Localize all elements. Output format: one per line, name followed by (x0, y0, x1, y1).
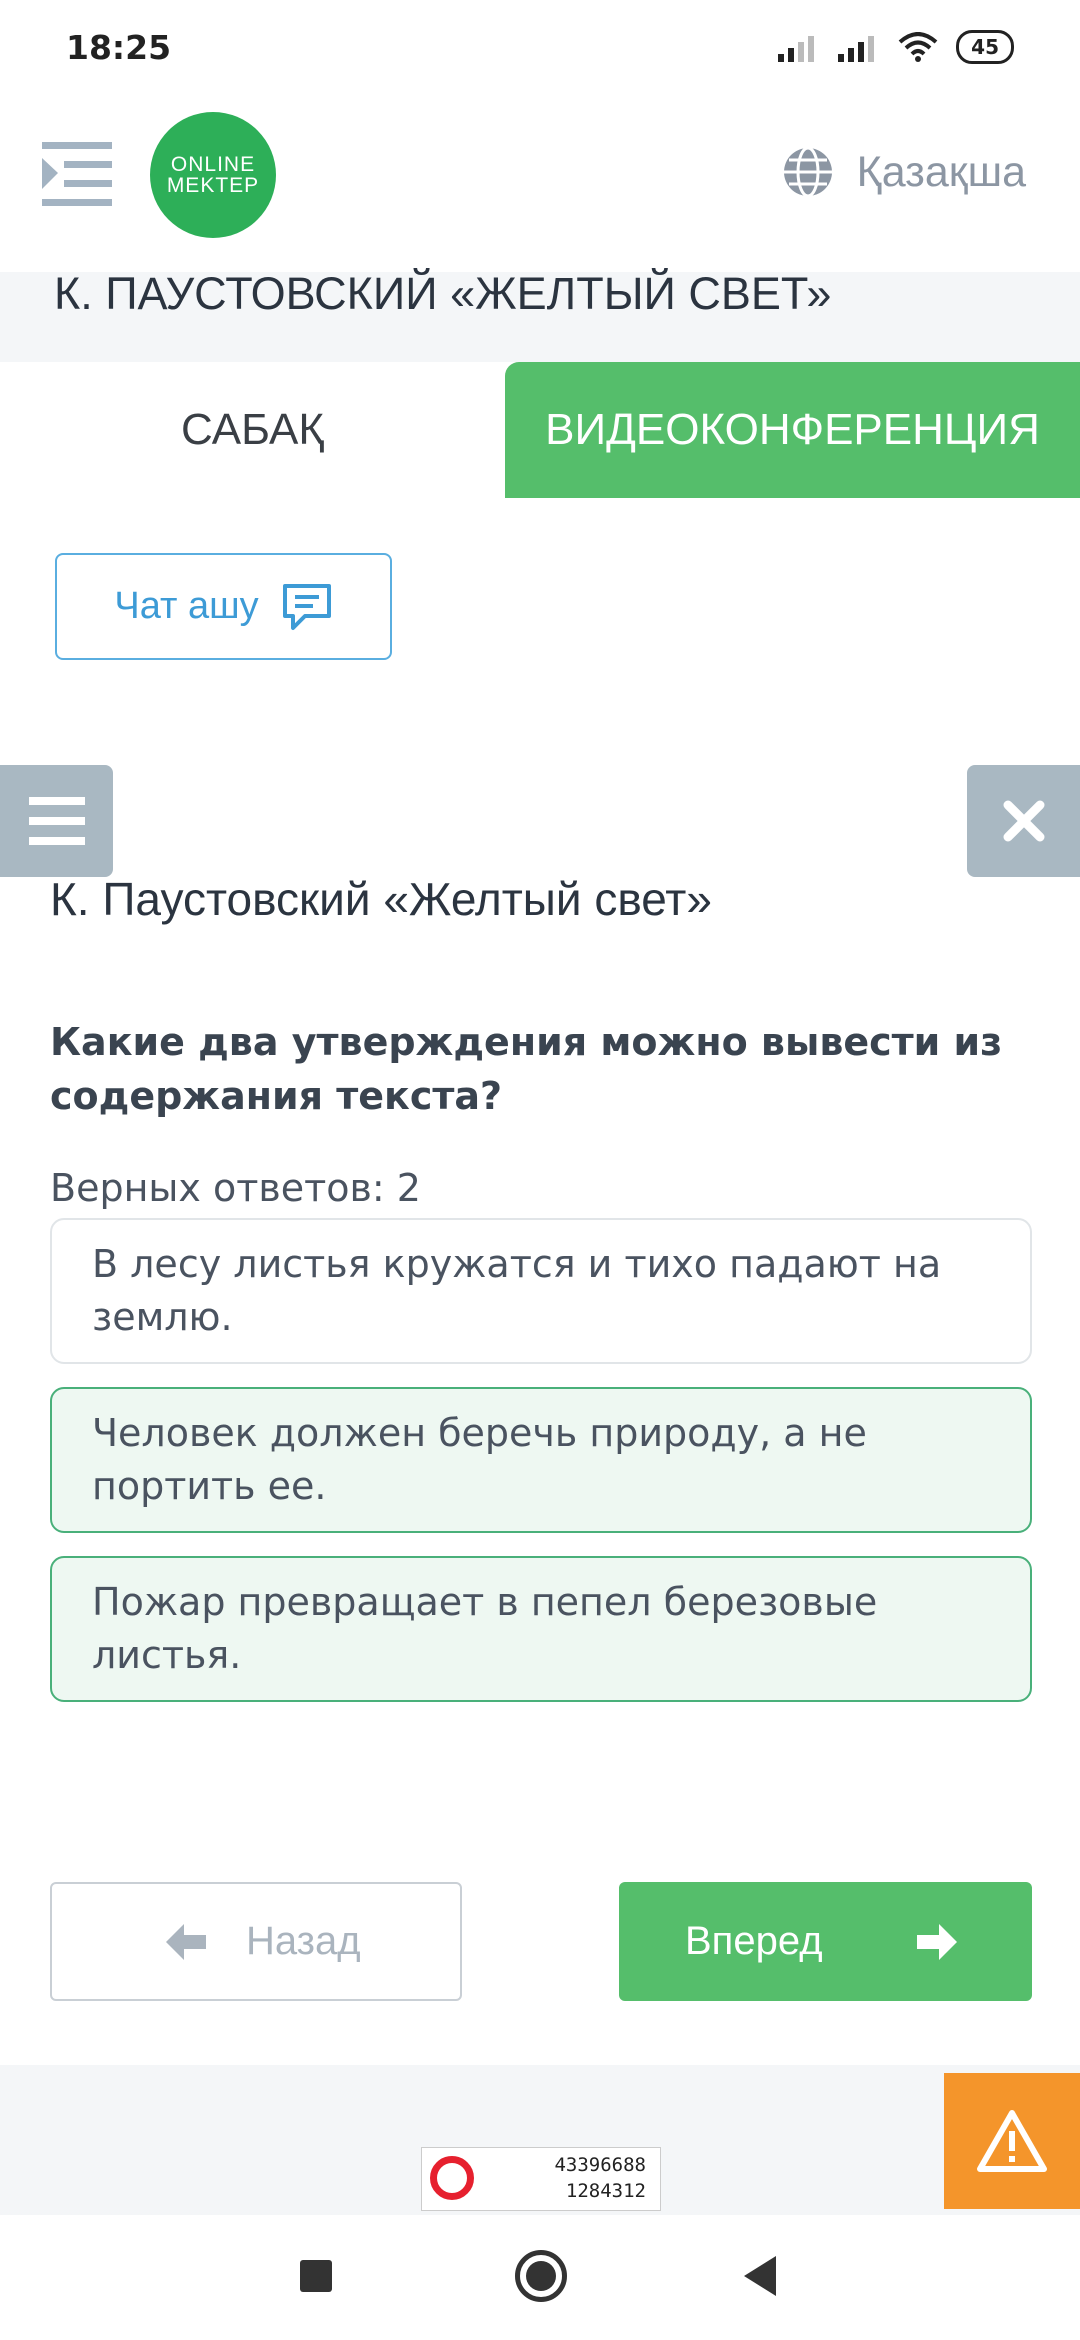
answer-option-1[interactable]: В лесу листья кружатся и тихо падают на … (50, 1218, 1032, 1364)
answer-option-2[interactable]: Человек должен беречь природу, а не порт… (50, 1387, 1032, 1533)
close-icon (1003, 800, 1044, 842)
lesson-title: К. ПАУСТОВСКИЙ «ЖЕЛТЫЙ СВЕТ» (54, 268, 832, 319)
online-mektep-logo[interactable]: ONLINE MEKTEP (150, 112, 276, 238)
back-nav-icon[interactable] (744, 2256, 776, 2296)
signal-icon-2 (838, 32, 880, 62)
status-time: 18:25 (66, 28, 172, 67)
forward-label: Вперед (685, 1919, 823, 1963)
logo-line2: MEKTEP (166, 174, 260, 197)
question-text: Какие два утверждения можно вывести из с… (50, 1020, 1003, 1118)
chat-icon (282, 583, 331, 630)
correct-answers-count: Верных ответов: 2 (50, 1166, 421, 1210)
report-problem-button[interactable] (944, 2073, 1080, 2209)
warning-icon (977, 2110, 1047, 2172)
counter-logo-icon (430, 2156, 474, 2200)
open-chat-button[interactable]: Чат ашу (55, 553, 392, 660)
counter-line1: 43396688 (554, 2154, 646, 2176)
tab-lesson[interactable]: САБАҚ (0, 362, 505, 498)
arrow-left-icon (166, 1923, 206, 1960)
recents-icon[interactable] (300, 2260, 332, 2292)
menu-indent-icon[interactable] (42, 142, 112, 208)
counter-line2: 1284312 (565, 2180, 646, 2202)
quiz-title: К. Паустовский «Желтый свет» (50, 873, 712, 925)
close-quiz-button[interactable] (967, 765, 1080, 877)
visit-counter: 43396688 1284312 (421, 2147, 661, 2211)
answer-option-3[interactable]: Пожар превращает в пепел березовые листь… (50, 1556, 1032, 1702)
language-switcher[interactable]: Қазақша (781, 145, 1026, 199)
hamburger-icon (28, 797, 85, 845)
arrow-right-icon (917, 1923, 957, 1960)
home-icon[interactable] (515, 2250, 567, 2302)
open-chat-label: Чат ашу (114, 585, 259, 627)
globe-icon (783, 146, 832, 198)
forward-button[interactable]: Вперед (619, 1882, 1032, 2001)
wifi-icon (898, 32, 938, 62)
status-icons: 45 (778, 30, 1014, 64)
signal-icon (778, 32, 820, 62)
logo-line1: ONLINE (170, 153, 256, 176)
back-label: Назад (246, 1919, 361, 1963)
battery-indicator: 45 (956, 30, 1014, 64)
tab-videoconference[interactable]: ВИДЕОКОНФЕРЕНЦИЯ (505, 362, 1080, 498)
language-label: Қазақша (856, 147, 1026, 196)
quiz-menu-button[interactable] (0, 765, 113, 877)
back-button[interactable]: Назад (50, 1882, 462, 2001)
